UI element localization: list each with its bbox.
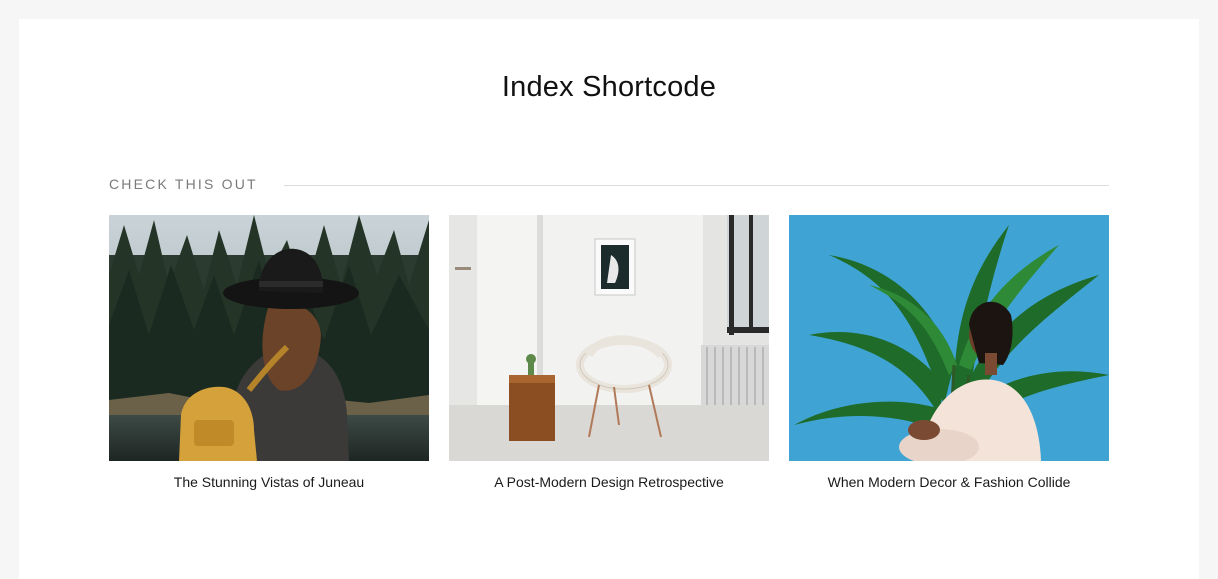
page-title: Index Shortcode bbox=[501, 71, 717, 103]
white-room-chair-photo bbox=[449, 215, 769, 461]
woman-palm-blue-photo bbox=[789, 215, 1109, 461]
post-card: A Post-Modern Design Retrospective bbox=[449, 215, 769, 490]
section-divider bbox=[283, 184, 1109, 186]
post-thumbnail-link[interactable] bbox=[449, 215, 769, 461]
post-title-link[interactable]: The Stunning Vistas of Juneau bbox=[109, 474, 429, 490]
post-card: The Stunning Vistas of Juneau bbox=[109, 215, 429, 490]
post-thumbnail-link[interactable] bbox=[109, 215, 429, 461]
section-header: CHECK THIS OUT bbox=[109, 174, 1109, 194]
page-container: Index Shortcode CHECK THIS OUT The Stunn… bbox=[19, 19, 1199, 579]
post-card: When Modern Decor & Fashion Collide bbox=[789, 215, 1109, 490]
woman-in-hat-forest-photo bbox=[109, 215, 429, 461]
post-title-link[interactable]: A Post-Modern Design Retrospective bbox=[449, 474, 769, 490]
post-grid: The Stunning Vistas of Juneau A Post-Mod… bbox=[109, 215, 1109, 490]
section-label: CHECK THIS OUT bbox=[109, 176, 258, 192]
post-title-link[interactable]: When Modern Decor & Fashion Collide bbox=[789, 474, 1109, 490]
post-thumbnail-link[interactable] bbox=[789, 215, 1109, 461]
